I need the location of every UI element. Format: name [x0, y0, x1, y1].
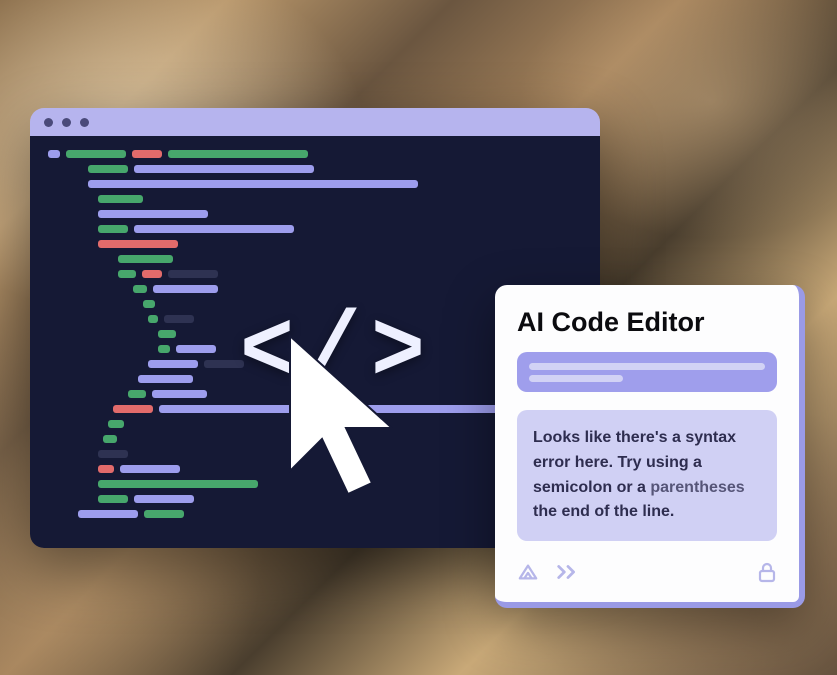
ai-input-placeholder — [529, 363, 765, 382]
traffic-light-zoom-icon[interactable] — [80, 118, 89, 127]
window-titlebar — [30, 108, 600, 136]
ai-panel-title: AI Code Editor — [517, 307, 777, 338]
ai-input-bar[interactable] — [517, 352, 777, 392]
traffic-light-close-icon[interactable] — [44, 118, 53, 127]
ai-panel-footer — [517, 557, 777, 588]
ai-message-highlight: parentheses — [650, 479, 744, 496]
ai-message: Looks like there's a syntax error here. … — [517, 410, 777, 541]
lock-icon[interactable] — [757, 561, 777, 588]
ai-message-tail: the end of the line. — [533, 503, 674, 520]
send-icon[interactable] — [517, 562, 539, 587]
ai-assistant-panel: AI Code Editor Looks like there's a synt… — [495, 285, 805, 608]
forward-icon[interactable] — [555, 563, 581, 586]
traffic-light-minimize-icon[interactable] — [62, 118, 71, 127]
